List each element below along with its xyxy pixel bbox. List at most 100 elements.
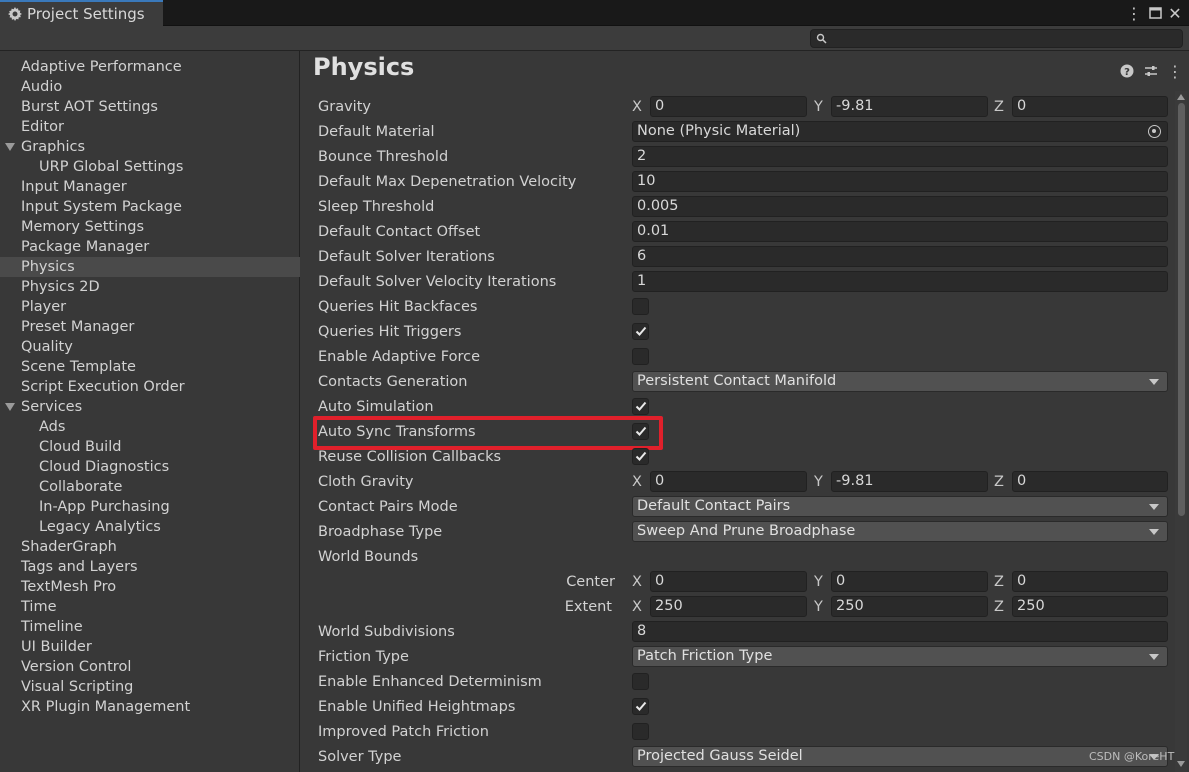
scrollbar-thumb[interactable] xyxy=(1178,103,1185,516)
scroll-up-arrow-icon[interactable] xyxy=(1177,94,1185,100)
center-x-field[interactable]: 0 xyxy=(650,571,807,592)
close-icon[interactable]: ✕ xyxy=(1166,3,1184,23)
sidebar-item-scene-template[interactable]: Scene Template xyxy=(0,357,300,377)
scroll-down-arrow-icon[interactable] xyxy=(1177,761,1185,767)
search-input[interactable] xyxy=(810,29,1183,48)
axis-y-label: Y xyxy=(814,599,823,615)
axis-y-label: Y xyxy=(814,574,823,590)
sidebar-item-ui-builder[interactable]: UI Builder xyxy=(0,637,300,657)
queries-hit-backfaces-label: Queries Hit Backfaces xyxy=(318,299,478,315)
sidebar-item-player[interactable]: Player xyxy=(0,297,300,317)
sidebar-item-in-app-purchasing[interactable]: In-App Purchasing xyxy=(0,497,300,517)
sidebar-item-tags-and-layers[interactable]: Tags and Layers xyxy=(0,557,300,577)
cloth-gravity-label: Cloth Gravity xyxy=(318,474,414,490)
axis-x-label: X xyxy=(632,574,642,590)
maximize-icon[interactable] xyxy=(1146,3,1164,23)
sidebar-item-textmesh-pro[interactable]: TextMesh Pro xyxy=(0,577,300,597)
fold-arrow-icon[interactable] xyxy=(5,403,15,411)
cloth-gravity-z-field[interactable]: 0 xyxy=(1012,471,1168,492)
bounce-threshold-field[interactable]: 2 xyxy=(632,146,1168,167)
world-bounds-label: World Bounds xyxy=(318,549,419,565)
page-title: Physics xyxy=(313,53,415,81)
project-settings-tab[interactable]: Project Settings xyxy=(0,0,163,26)
queries-hit-triggers-checkbox[interactable] xyxy=(632,323,649,340)
sidebar-item-ads[interactable]: Ads xyxy=(0,417,300,437)
sidebar-item-time[interactable]: Time xyxy=(0,597,300,617)
center-y-field[interactable]: 0 xyxy=(831,571,988,592)
extent-x-field[interactable]: 250 xyxy=(650,596,807,617)
center-z-field[interactable]: 0 xyxy=(1012,571,1168,592)
sidebar-item-cloud-diagnostics[interactable]: Cloud Diagnostics xyxy=(0,457,300,477)
reuse-collision-callbacks-label: Reuse Collision Callbacks xyxy=(318,449,502,465)
sidebar-item-services[interactable]: Services xyxy=(0,397,300,417)
enable-adaptive-force-checkbox[interactable] xyxy=(632,348,649,365)
axis-z-label: Z xyxy=(994,574,1004,590)
sidebar-item-version-control[interactable]: Version Control xyxy=(0,657,300,677)
solver-iterations-field[interactable]: 6 xyxy=(632,246,1168,267)
auto-simulation-checkbox[interactable] xyxy=(632,398,649,415)
cloth-gravity-y-field[interactable]: -9.81 xyxy=(831,471,988,492)
extent-z-field[interactable]: 250 xyxy=(1012,596,1168,617)
improved-patch-friction-checkbox[interactable] xyxy=(632,723,649,740)
unified-heightmaps-checkbox[interactable] xyxy=(632,698,649,715)
contact-offset-label: Default Contact Offset xyxy=(318,224,481,240)
enhanced-determinism-checkbox[interactable] xyxy=(632,673,649,690)
sidebar-item-legacy-analytics[interactable]: Legacy Analytics xyxy=(0,517,300,537)
default-material-field[interactable]: None (Physic Material) xyxy=(632,121,1168,142)
sidebar-item-xr-plugin-management[interactable]: XR Plugin Management xyxy=(0,697,300,717)
sidebar-item-collaborate[interactable]: Collaborate xyxy=(0,477,300,497)
sidebar-item-input-system-package[interactable]: Input System Package xyxy=(0,197,300,217)
extent-y-field[interactable]: 250 xyxy=(831,596,988,617)
sidebar-item-physics[interactable]: Physics xyxy=(0,257,300,277)
gravity-y-field[interactable]: -9.81 xyxy=(831,96,988,117)
sidebar-item-package-manager[interactable]: Package Manager xyxy=(0,237,300,257)
axis-y-label: Y xyxy=(814,474,823,490)
fold-arrow-icon[interactable] xyxy=(5,143,15,151)
sidebar-item-cloud-build[interactable]: Cloud Build xyxy=(0,437,300,457)
sidebar-item-physics-2d[interactable]: Physics 2D xyxy=(0,277,300,297)
enable-adaptive-force-label: Enable Adaptive Force xyxy=(318,349,481,365)
sidebar-item-memory-settings[interactable]: Memory Settings xyxy=(0,217,300,237)
broadphase-type-value: Sweep And Prune Broadphase xyxy=(637,523,856,539)
world-subdivisions-field[interactable]: 8 xyxy=(632,621,1168,642)
sidebar-item-shadergraph[interactable]: ShaderGraph xyxy=(0,537,300,557)
contact-pairs-mode-dropdown[interactable]: Default Contact Pairs xyxy=(632,496,1168,517)
help-icon[interactable]: ? xyxy=(1119,63,1135,79)
queries-hit-backfaces-checkbox[interactable] xyxy=(632,298,649,315)
gravity-x-field[interactable]: 0 xyxy=(650,96,807,117)
preset-settings-icon[interactable] xyxy=(1143,63,1159,79)
friction-type-dropdown[interactable]: Patch Friction Type xyxy=(632,646,1168,667)
contacts-generation-dropdown[interactable]: Persistent Contact Manifold xyxy=(632,371,1168,392)
sidebar-item-burst-aot-settings[interactable]: Burst AOT Settings xyxy=(0,97,300,117)
reuse-collision-callbacks-checkbox[interactable] xyxy=(632,448,649,465)
world-subdivisions-label: World Subdivisions xyxy=(318,624,455,640)
sidebar-item-script-execution-order[interactable]: Script Execution Order xyxy=(0,377,300,397)
sidebar-item-quality[interactable]: Quality xyxy=(0,337,300,357)
kebab-menu-icon[interactable]: ⋮ xyxy=(1125,3,1143,23)
toolbar xyxy=(0,26,1189,51)
sleep-threshold-label: Sleep Threshold xyxy=(318,199,435,215)
axis-z-label: Z xyxy=(994,99,1004,115)
object-picker-icon[interactable] xyxy=(1148,125,1161,138)
kebab-menu-icon[interactable]: ⋮ xyxy=(1167,62,1183,81)
solver-velocity-iterations-field[interactable]: 1 xyxy=(632,271,1168,292)
sidebar-item-urp-global-settings[interactable]: URP Global Settings xyxy=(0,157,300,177)
sidebar-item-preset-manager[interactable]: Preset Manager xyxy=(0,317,300,337)
sidebar-item-graphics[interactable]: Graphics xyxy=(0,137,300,157)
sidebar-item-editor[interactable]: Editor xyxy=(0,117,300,137)
axis-y-label: Y xyxy=(814,99,823,115)
contact-offset-field[interactable]: 0.01 xyxy=(632,221,1168,242)
gravity-label: Gravity xyxy=(318,99,371,115)
max-depenetration-field[interactable]: 10 xyxy=(632,171,1168,192)
sidebar-item-audio[interactable]: Audio xyxy=(0,77,300,97)
sidebar-item-input-manager[interactable]: Input Manager xyxy=(0,177,300,197)
gravity-z-field[interactable]: 0 xyxy=(1012,96,1168,117)
window-title: Project Settings xyxy=(27,5,145,23)
solver-type-dropdown[interactable]: Projected Gauss Seidel xyxy=(632,746,1168,767)
broadphase-type-dropdown[interactable]: Sweep And Prune Broadphase xyxy=(632,521,1168,542)
sidebar-item-adaptive-performance[interactable]: Adaptive Performance xyxy=(0,57,300,77)
sidebar-item-timeline[interactable]: Timeline xyxy=(0,617,300,637)
sidebar-item-visual-scripting[interactable]: Visual Scripting xyxy=(0,677,300,697)
cloth-gravity-x-field[interactable]: 0 xyxy=(650,471,807,492)
sleep-threshold-field[interactable]: 0.005 xyxy=(632,196,1168,217)
